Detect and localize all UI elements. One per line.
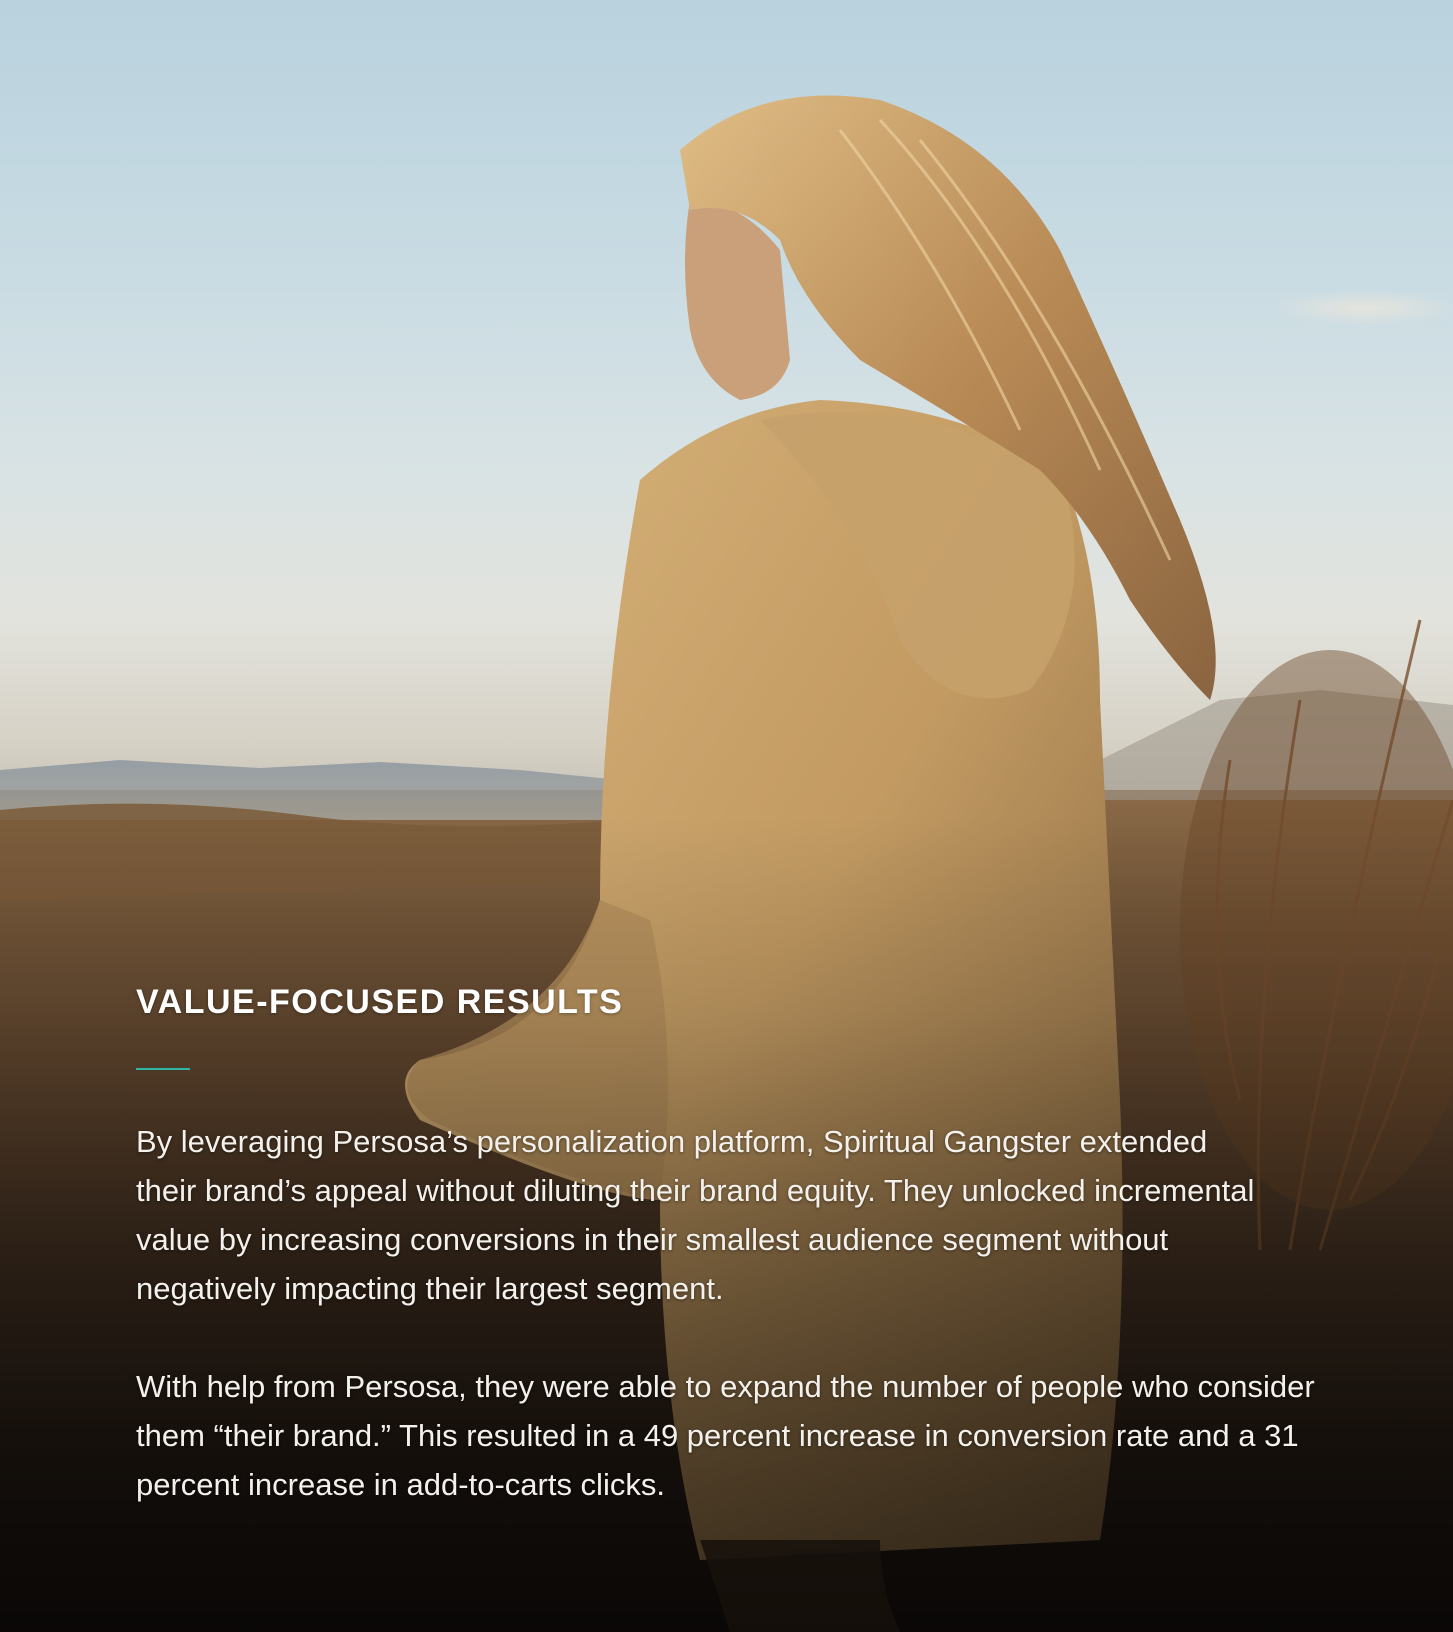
page: VALUE-FOCUSED RESULTS By leveraging Pers… [0,0,1453,1632]
accent-rule [136,1068,190,1070]
section-title: VALUE-FOCUSED RESULTS [136,983,624,1021]
paragraph-brand-appeal: By leveraging Persosa’s personalization … [136,1124,1255,1306]
paragraph-conversion-results: With help from Persosa, they were able t… [136,1369,1315,1502]
results-section: VALUE-FOCUSED RESULTS By leveraging Pers… [136,982,1316,1509]
